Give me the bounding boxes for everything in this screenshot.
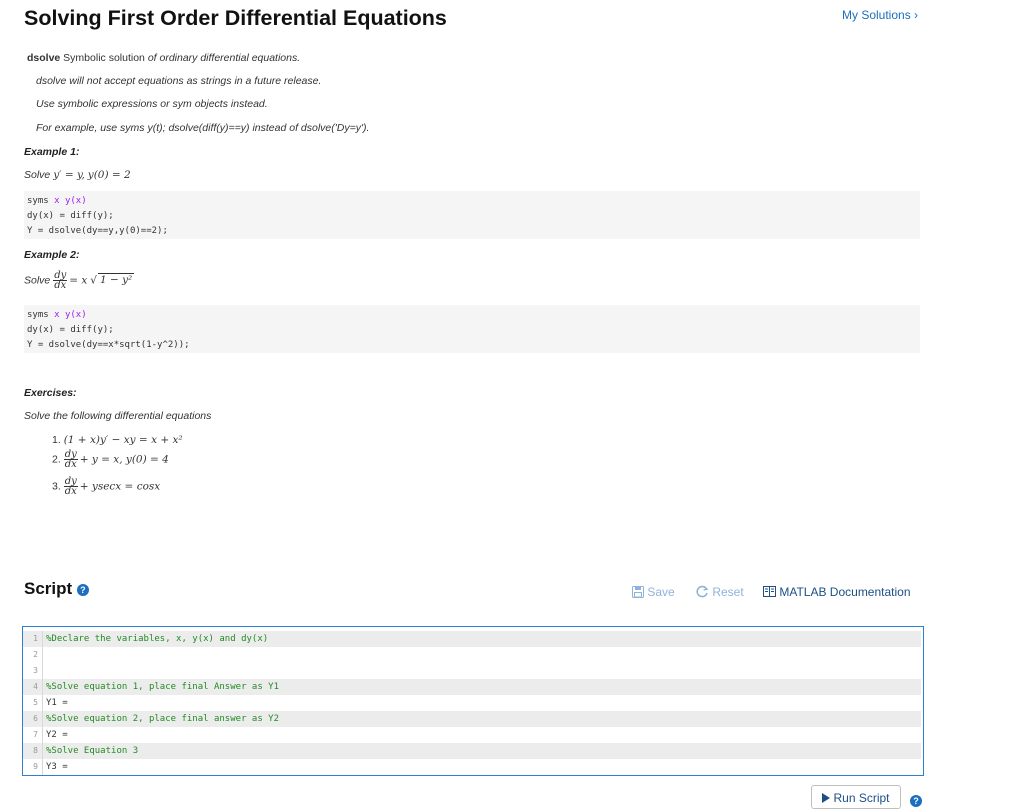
line-text: Y2 =	[46, 730, 68, 740]
doc-label: MATLAB Documentation	[779, 585, 911, 599]
help-icon: ?	[910, 794, 922, 807]
line-text: Y3 =	[46, 762, 68, 772]
line-text: %Solve equation 1, place final Answer as…	[46, 682, 279, 692]
editor-line[interactable]: 9 Y3 =	[23, 759, 921, 775]
exercise-number: 3.	[52, 480, 61, 493]
exercise-equation: + y = x, y(0) = 4	[79, 453, 169, 466]
page-title: Solving First Order Differential Equatio…	[24, 6, 447, 30]
save-icon	[632, 586, 644, 598]
exercise-number: 2.	[52, 453, 61, 466]
exercise-item-1: 1. (1 + x)y′ − xy = x + x²	[52, 434, 183, 446]
my-solutions-link[interactable]: My Solutions ›	[842, 8, 918, 22]
save-button[interactable]: Save	[632, 585, 675, 599]
exercise-number: 1.	[52, 434, 61, 446]
example1-equation: Solve y′ = y, y(0) = 2	[24, 169, 131, 181]
example1-eq-rhs: y(0) = 2	[87, 169, 131, 181]
play-icon	[822, 793, 831, 803]
line-text: %Solve equation 2, place final answer as…	[46, 714, 279, 724]
line-number: 4	[23, 679, 43, 695]
exercise-equation: (1 + x)y′ − xy = x + x²	[63, 434, 183, 446]
line-number: 6	[23, 711, 43, 727]
line-number: 2	[23, 647, 43, 663]
exercises-heading: Exercises:	[24, 387, 77, 399]
line-text: Y1 =	[46, 698, 68, 708]
example2-solve-label: Solve	[24, 274, 51, 287]
exercises-intro: Solve the following differential equatio…	[24, 410, 212, 422]
line-text: %Declare the variables, x, y(x) and dy(x…	[46, 634, 269, 644]
script-title: Script	[24, 579, 73, 598]
example2-equation: Solve dy dx = x √ 1 − y²	[24, 270, 135, 291]
line-number: 9	[23, 759, 43, 775]
code-line: Y = dsolve(dy==x*sqrt(1-y^2));	[27, 340, 190, 350]
editor-line[interactable]: 4 %Solve equation 1, place final Answer a…	[23, 679, 921, 695]
run-script-button[interactable]: Run Script	[811, 785, 901, 809]
symbolic-note: Use symbolic expressions or sym objects …	[36, 98, 268, 110]
editor-line[interactable]: 1 %Declare the variables, x, y(x) and dy(…	[23, 631, 921, 647]
reset-icon	[696, 585, 709, 598]
exercise-equation: + ysecx = cosx	[79, 480, 161, 493]
code-line: syms x y(x)	[27, 194, 917, 209]
matlab-documentation-link[interactable]: MATLAB Documentation	[763, 585, 911, 599]
line-number: 3	[23, 663, 43, 679]
editor-line[interactable]: 3	[23, 663, 921, 679]
code-editor[interactable]: 1 %Declare the variables, x, y(x) and dy(…	[22, 626, 924, 776]
example2-heading: Example 2:	[24, 249, 80, 261]
line-number: 7	[23, 727, 43, 743]
deprecation-note: dsolve will not accept equations as stri…	[36, 75, 322, 87]
exercise-item-3: 3. dy dx + ysecx = cosx	[52, 476, 161, 497]
editor-line[interactable]: 2	[23, 647, 921, 663]
code-line: syms x y(x)	[27, 308, 917, 323]
editor-line[interactable]: 7 Y2 =	[23, 727, 921, 743]
dsolve-desc-italic: of ordinary differential equations.	[147, 52, 301, 64]
code-line: Y = dsolve(dy==y,y(0)==2);	[27, 226, 168, 236]
example1-solve-label: Solve	[24, 169, 51, 181]
line-text: %Solve Equation 3	[46, 746, 139, 756]
dy-dx-fraction: dy dx	[63, 476, 78, 497]
run-help[interactable]: ?	[910, 792, 922, 810]
my-solutions-label: My Solutions	[842, 8, 911, 22]
example1-code-block: syms x y(x) dy(x) = diff(y); Y = dsolve(…	[24, 191, 920, 239]
dsolve-description: dsolve Symbolic solution of ordinary dif…	[27, 52, 300, 64]
reset-label: Reset	[712, 585, 744, 599]
example1-eq-lhs: y′ = y,	[53, 169, 85, 181]
code-line: dy(x) = diff(y);	[27, 211, 114, 221]
code-line: dy(x) = diff(y);	[27, 325, 114, 335]
dy-dx-fraction: dy dx	[53, 270, 68, 291]
script-heading: Script ?	[24, 579, 89, 599]
code-keyword: syms	[27, 196, 49, 206]
chevron-right-icon: ›	[914, 8, 919, 22]
dsolve-keyword: dsolve	[27, 52, 61, 64]
example2-eq-mid: = x	[69, 274, 88, 287]
sqrt-body: 1 − y²	[97, 273, 135, 287]
line-number: 1	[23, 631, 43, 647]
book-icon	[763, 586, 776, 597]
dsolve-desc-plain: Symbolic solution	[60, 52, 148, 64]
editor-line[interactable]: 5 Y1 =	[23, 695, 921, 711]
line-number: 5	[23, 695, 43, 711]
example-note: For example, use syms y(t); dsolve(diff(…	[36, 122, 370, 134]
code-args: x y(x)	[48, 196, 87, 206]
reset-button[interactable]: Reset	[696, 585, 744, 599]
editor-line[interactable]: 6 %Solve equation 2, place final answer a…	[23, 711, 921, 727]
dy-dx-fraction: dy dx	[63, 449, 78, 470]
example2-code-block: syms x y(x) dy(x) = diff(y); Y = dsolve(…	[24, 305, 920, 353]
line-number: 8	[23, 743, 43, 759]
code-args: x y(x)	[48, 310, 87, 320]
run-script-label: Run Script	[833, 791, 890, 805]
example1-heading: Example 1:	[24, 146, 80, 158]
help-icon[interactable]: ?	[76, 583, 89, 596]
exercise-item-2: 2. dy dx + y = x, y(0) = 4	[52, 449, 169, 470]
save-label: Save	[647, 585, 675, 599]
sqrt-symbol: √	[90, 274, 97, 287]
code-keyword: syms	[27, 310, 49, 320]
editor-line[interactable]: 8 %Solve Equation 3	[23, 743, 921, 759]
